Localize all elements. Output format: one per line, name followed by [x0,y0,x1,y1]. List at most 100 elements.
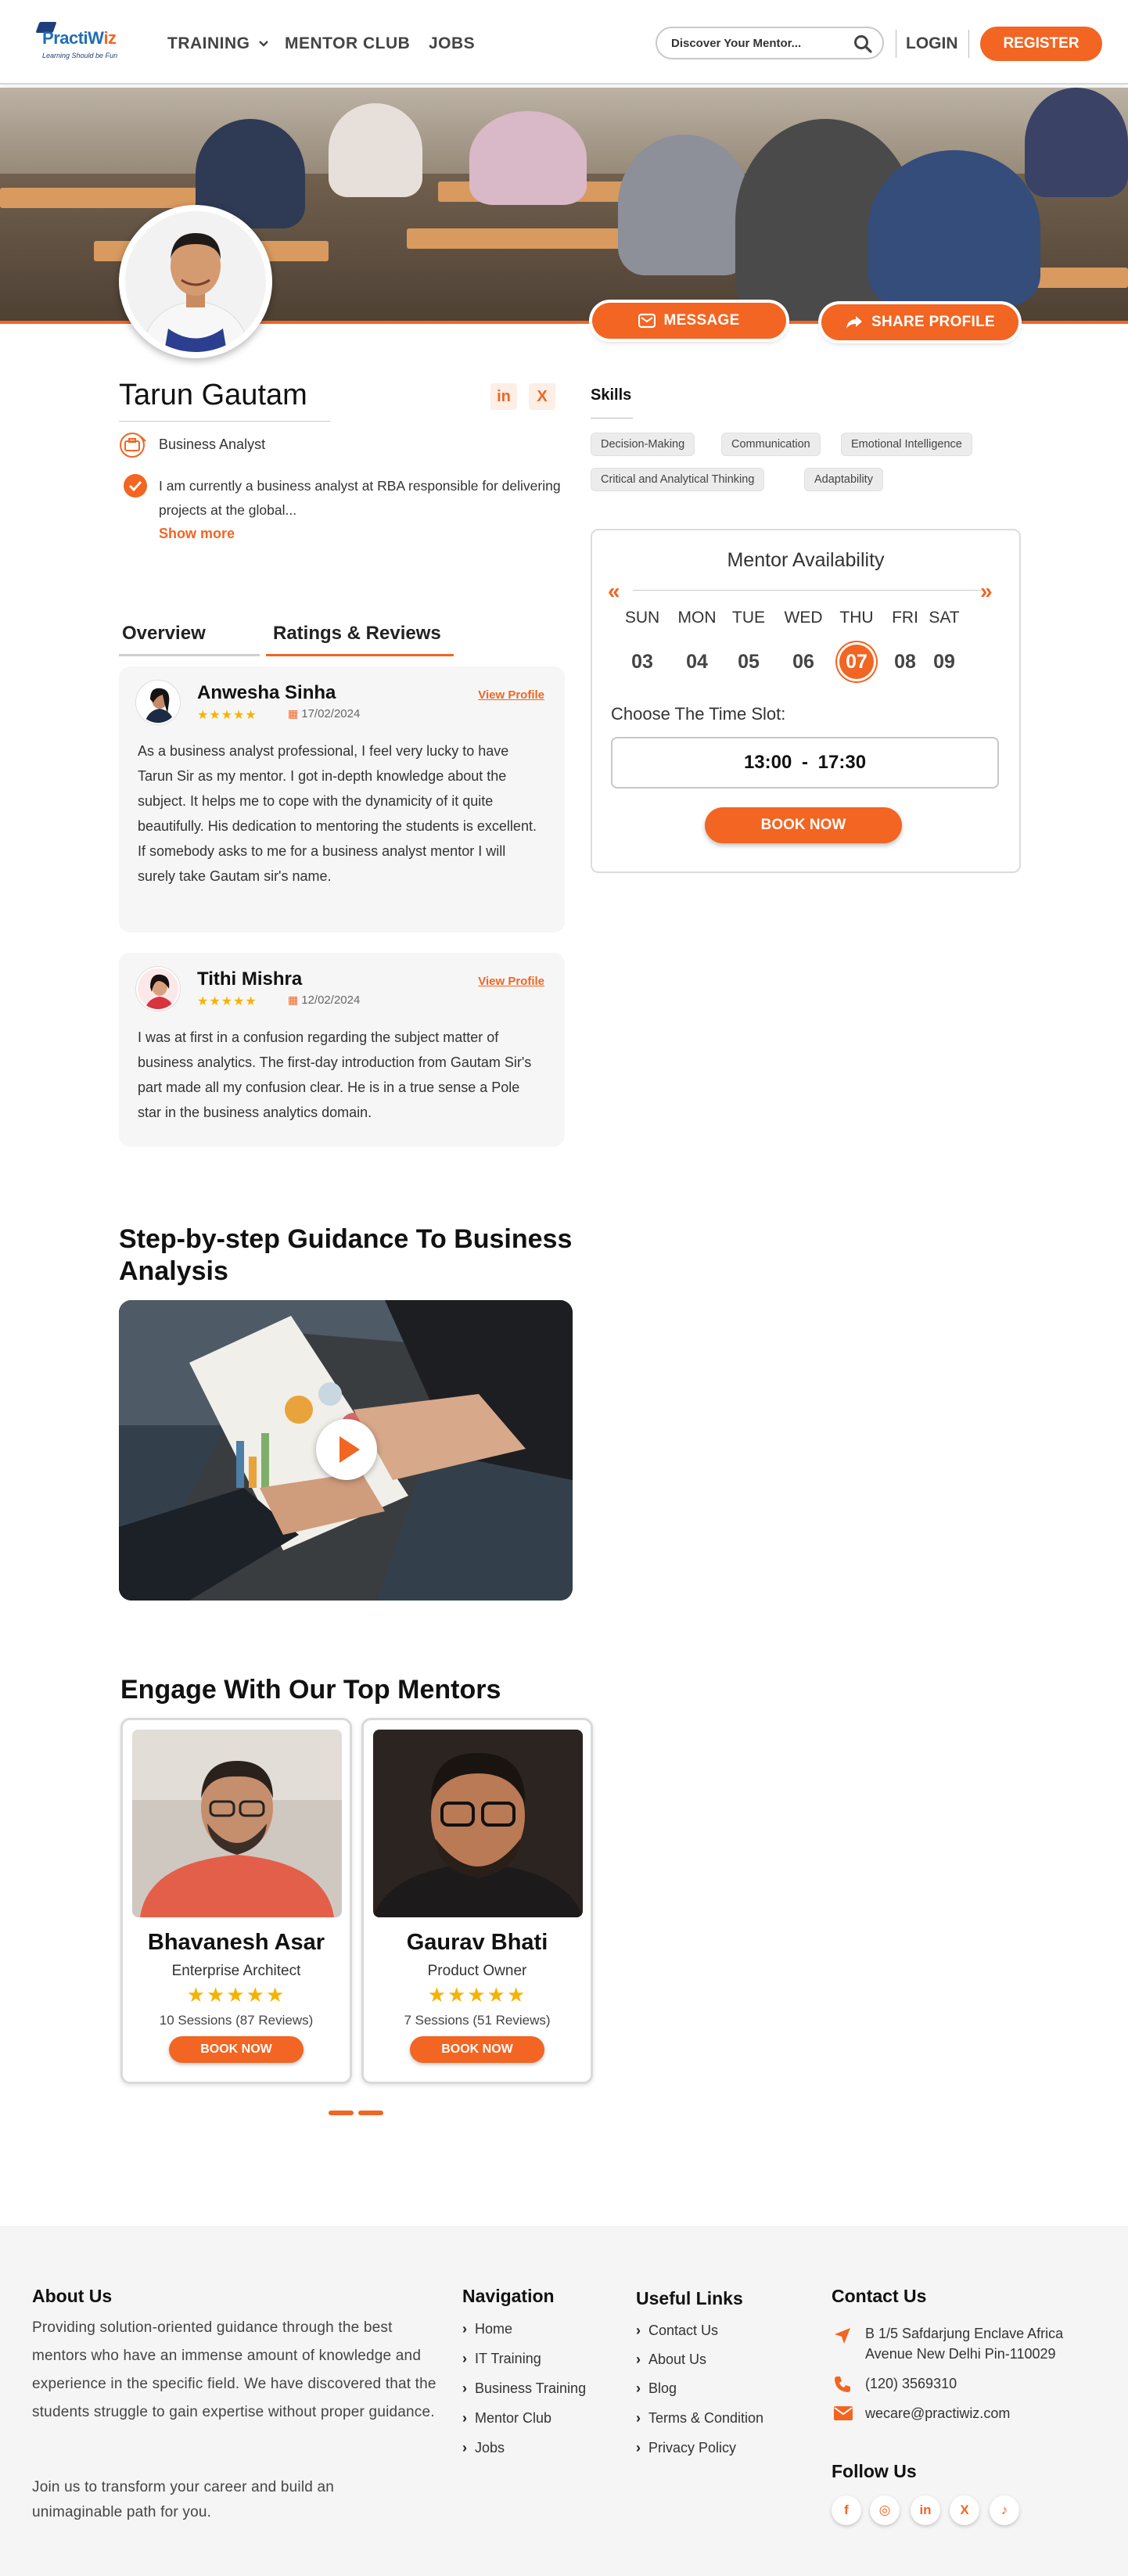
review-card: Tithi Mishra ★★★★★ ▦ 12/02/2024 View Prof… [119,953,565,1147]
mentor-card-sessions: 10 Sessions (87 Reviews) [159,2013,314,2028]
book-now-button[interactable]: BOOK NOW [169,2036,304,2063]
review-date: ▦ 12/02/2024 [288,993,361,1007]
skill-chip: Communication [721,433,821,456]
skill-chip: Adaptability [804,468,883,491]
location-arrow-icon [835,2328,850,2344]
search-icon[interactable] [853,34,873,54]
tab-underline [119,654,260,656]
footer-link-jobs[interactable]: › Jobs [462,2440,505,2456]
phone-icon [835,2377,850,2392]
view-profile-link[interactable]: View Profile [478,975,544,988]
mentor-portrait [125,211,266,352]
divider [591,418,633,419]
view-profile-link[interactable]: View Profile [478,688,544,702]
guidance-video[interactable] [119,1300,573,1601]
footer-phone[interactable]: (120) 3569310 [865,2373,957,2394]
message-icon [638,313,656,329]
x-twitter-icon[interactable]: X [529,383,555,410]
chevron-right-icon: › [462,2380,467,2396]
chevron-right-icon: › [462,2410,467,2426]
nav-training[interactable]: TRAINING [167,34,269,53]
skill-chip: Decision-Making [591,433,695,456]
time-slot-select[interactable]: 13:00 - 17:30 [611,737,999,789]
mentor-bio: I am currently a business analyst at RBA… [159,478,561,518]
hero-student [1025,88,1128,197]
date-option[interactable]: 08 [888,645,922,679]
availability-title: Mentor Availability [727,549,885,571]
review-text: As a business analyst professional, I fe… [138,743,537,884]
show-more-link[interactable]: Show more [159,526,235,542]
day-label: SUN [624,609,660,627]
footer-about-text-2: Join us to transform your career and bui… [32,2479,335,2520]
skills-title: Skills [591,386,632,404]
mentor-card-name: Gaurav Bhati [406,1930,548,1955]
nav-mentor-club[interactable]: MENTOR CLUB [285,34,410,53]
footer-link-privacy[interactable]: › Privacy Policy [636,2440,736,2456]
facebook-icon[interactable]: f [832,2495,861,2525]
carousel-dot[interactable] [358,2111,383,2115]
nav-jobs[interactable]: JOBS [429,34,475,53]
mentor-card-portrait [132,1730,342,1917]
reviewer-name: Anwesha Sinha [197,682,336,703]
mentor-card-role: Enterprise Architect [171,1963,301,1979]
hero-student [469,111,587,205]
chevron-right-icon: › [636,2323,641,2338]
register-button[interactable]: REGISTER [980,27,1102,61]
date-option[interactable]: 04 [680,645,714,679]
mentor-card-photo [373,1730,583,1917]
calendar-icon: ▦ [288,707,299,720]
footer-link-it-training[interactable]: › IT Training [462,2351,541,2367]
chevron-right-icon: › [636,2410,641,2426]
linkedin-icon[interactable]: in [490,383,517,410]
hero-desk [0,188,203,208]
checkmark-glyph [128,480,142,492]
day-label: WED [784,609,823,627]
date-option[interactable]: 03 [625,645,659,679]
next-week-icon[interactable]: » [980,579,993,604]
footer-email[interactable]: wecare@practiwiz.com [865,2403,1010,2423]
share-profile-button[interactable]: SHARE PROFILE [821,304,1018,340]
search-input[interactable] [671,34,843,52]
book-now-button[interactable]: BOOK NOW [410,2036,544,2063]
linkedin-icon[interactable]: in [911,2495,940,2525]
footer-link-about[interactable]: › About Us [636,2351,706,2368]
message-button[interactable]: MESSAGE [592,303,786,339]
footer-link-business-training[interactable]: › Business Training [462,2380,586,2397]
mentor-card[interactable]: Gaurav Bhati Product Owner ★★★★★ 7 Sessi… [361,1718,593,2084]
reviewer-avatar [136,967,180,1011]
mentor-card[interactable]: Bhavanesh Asar Enterprise Architect ★★★★… [120,1718,352,2084]
mentor-photo [125,211,266,352]
share-icon [846,316,862,329]
date-option[interactable]: 05 [731,645,766,679]
reviewer-name: Tithi Mishra [197,968,303,990]
mentor-role: Business Analyst [159,437,266,452]
tiktok-icon[interactable]: ♪ [990,2495,1019,2525]
footer-link-terms[interactable]: › Terms & Condition [636,2410,763,2427]
x-twitter-icon[interactable]: X [950,2495,979,2525]
book-now-button[interactable]: BOOK NOW [705,807,902,843]
divider [633,590,982,591]
tab-ratings-reviews[interactable]: Ratings & Reviews [273,623,441,645]
footer-link-mentor-club[interactable]: › Mentor Club [462,2410,551,2427]
date-option[interactable]: 09 [927,645,961,679]
play-button[interactable] [316,1419,377,1480]
login-link[interactable]: LOGIN [906,34,958,53]
prev-week-icon[interactable]: « [608,579,620,604]
footer-link-blog[interactable]: › Blog [636,2380,677,2397]
chevron-right-icon: › [462,2321,467,2337]
logo-tagline: Learning Should be Fun [42,52,118,59]
carousel-dot[interactable] [329,2111,354,2115]
practiwiz-logo[interactable]: PractiWiz Learning Should be Fun [34,20,128,67]
chevron-right-icon: › [462,2351,467,2366]
footer-link-home[interactable]: › Home [462,2321,512,2337]
instagram-icon[interactable]: ◎ [870,2495,900,2525]
tab-overview[interactable]: Overview [122,623,206,645]
play-icon [339,1436,360,1463]
skill-chip: Critical and Analytical Thinking [591,468,765,491]
footer-about-text: Providing solution-oriented guidance thr… [32,2319,436,2420]
footer-link-contact[interactable]: › Contact Us [636,2323,718,2339]
hero-student [329,103,422,197]
mentor-availability-card: Mentor Availability « » SUN MON TUE WED … [591,529,1021,873]
date-option-selected[interactable]: 07 [839,645,874,679]
date-option[interactable]: 06 [786,645,821,679]
